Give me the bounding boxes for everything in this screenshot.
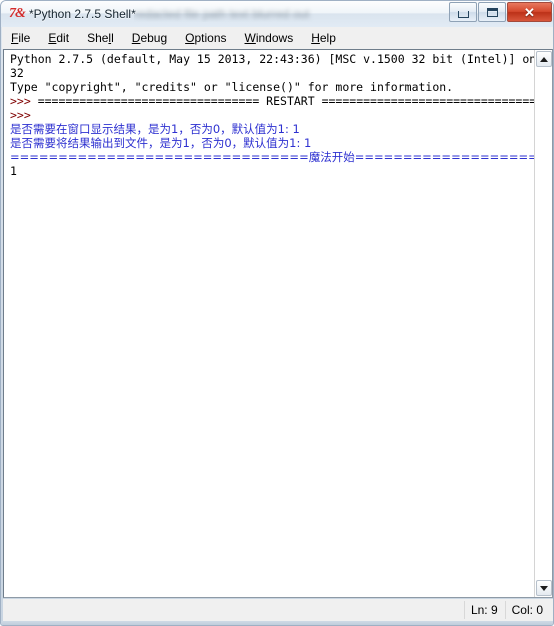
- shell-text: 是否需要将结果输出到文件，是为1，否为0，默认值为1: 1: [10, 136, 312, 150]
- shell-text-area-frame: Python 2.7.5 (default, May 15 2013, 22:4…: [3, 49, 553, 598]
- shell-line: 是否需要将结果输出到文件，是为1，否为0，默认值为1: 1: [10, 136, 534, 150]
- shell-text: 32: [10, 66, 24, 80]
- status-line-number: Ln: 9: [463, 601, 504, 619]
- shell-text: Type "copyright", "credits" or "license(…: [10, 80, 454, 94]
- shell-line: >>> ================================ RES…: [10, 94, 534, 108]
- menu-item-options[interactable]: Options: [176, 28, 235, 48]
- maximize-button[interactable]: [478, 2, 506, 22]
- idle-shell-window: 7& *Python 2.7.5 Shell* redacted file pa…: [0, 0, 554, 626]
- shell-line: 是否需要在窗口显示结果，是为1，否为0，默认值为1: 1: [10, 122, 534, 136]
- scroll-up-button[interactable]: [536, 51, 552, 67]
- menu-item-help[interactable]: Help: [302, 28, 345, 48]
- blurred-title-region: redacted file path text blurred out: [134, 6, 439, 22]
- window-controls: ✕: [448, 2, 552, 23]
- shell-output-text[interactable]: Python 2.7.5 (default, May 15 2013, 22:4…: [4, 50, 534, 597]
- close-icon: ✕: [524, 4, 535, 20]
- status-column-number: Col: 0: [504, 601, 549, 619]
- shell-prompt: >>>: [10, 108, 38, 122]
- title-bar[interactable]: 7& *Python 2.7.5 Shell* redacted file pa…: [1, 1, 553, 27]
- menu-item-file[interactable]: File: [2, 28, 39, 48]
- scrollbar-track[interactable]: [536, 68, 552, 579]
- shell-line: Type "copyright", "credits" or "license(…: [10, 80, 534, 94]
- close-button[interactable]: ✕: [507, 2, 552, 22]
- shell-line: Python 2.7.5 (default, May 15 2013, 22:4…: [10, 52, 534, 66]
- menu-item-shell[interactable]: Shell: [78, 28, 123, 48]
- shell-text: 是否需要在窗口显示结果，是为1，否为0，默认值为1: 1: [10, 122, 300, 136]
- shell-text: ===============================魔法开始=====…: [10, 150, 534, 164]
- python-idle-icon: 7&: [9, 6, 26, 21]
- shell-line: ===============================魔法开始=====…: [10, 150, 534, 164]
- minimize-button[interactable]: [449, 2, 477, 22]
- scroll-up-icon: [540, 56, 548, 62]
- blurred-title-text: redacted file path text blurred out: [134, 7, 310, 21]
- vertical-scrollbar[interactable]: [534, 50, 552, 597]
- shell-line: 1: [10, 164, 534, 178]
- shell-line: >>>: [10, 108, 534, 122]
- shell-text: 1: [10, 164, 17, 178]
- scroll-down-button[interactable]: [536, 580, 552, 596]
- menu-bar: File Edit Shell Debug Options Windows He…: [2, 27, 553, 49]
- shell-prompt: >>>: [10, 94, 38, 108]
- status-bar: Ln: 9 Col: 0: [3, 599, 553, 621]
- menu-item-edit[interactable]: Edit: [39, 28, 78, 48]
- minimize-icon: [450, 3, 476, 21]
- maximize-icon: [479, 3, 505, 21]
- shell-text: ================================ RESTART…: [37, 94, 534, 108]
- menu-item-windows[interactable]: Windows: [236, 28, 303, 48]
- shell-text: Python 2.7.5 (default, May 15 2013, 22:4…: [10, 52, 534, 66]
- menu-item-debug[interactable]: Debug: [123, 28, 176, 48]
- window-title: *Python 2.7.5 Shell*: [29, 7, 136, 21]
- window-bottom-edge: [1, 621, 553, 625]
- shell-line: 32: [10, 66, 534, 80]
- scroll-down-icon: [540, 585, 548, 591]
